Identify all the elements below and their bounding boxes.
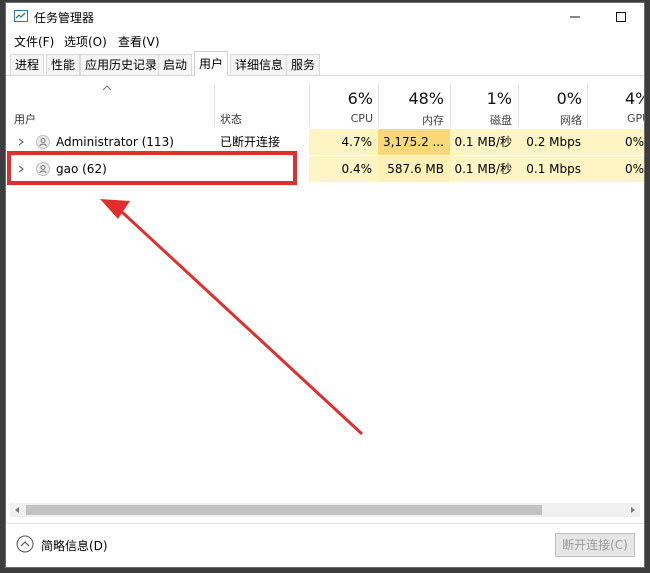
memory-cell: 587.6 MB <box>378 156 450 182</box>
cpu-total-percent: 6% <box>347 89 373 108</box>
gpu-total-percent: 4% <box>625 89 644 108</box>
scroll-right-icon[interactable] <box>629 506 637 514</box>
tab-performance[interactable]: 性能 <box>46 54 81 75</box>
network-cell: 0.2 Mbps <box>518 129 587 155</box>
disk-cell: 0.1 MB/秒 <box>450 129 518 155</box>
column-header-status[interactable]: 状态 <box>220 111 242 127</box>
tab-services[interactable]: 服务 <box>286 54 321 75</box>
minimize-button[interactable] <box>552 3 598 31</box>
menu-view[interactable]: 查看(V) <box>118 33 160 50</box>
disk-cell: 0.1 MB/秒 <box>450 156 518 182</box>
memory-total-percent: 48% <box>408 89 444 108</box>
column-header-user[interactable]: 用户 <box>14 111 36 127</box>
tab-app-history[interactable]: 应用历史记录 <box>80 54 163 75</box>
cpu-cell: 4.7% <box>309 129 378 155</box>
network-column-label: 网络 <box>560 114 582 127</box>
memory-cell: 3,175.2 ... <box>378 129 450 155</box>
tab-users[interactable]: 用户 <box>194 51 229 76</box>
chevron-up-circle-icon <box>16 535 34 553</box>
title-bar[interactable]: 任务管理器 <box>6 3 644 31</box>
gpu-cell: 0% <box>587 129 644 155</box>
user-icon <box>36 135 50 149</box>
memory-column-label: 内存 <box>422 114 444 127</box>
menu-file[interactable]: 文件(F) <box>14 33 54 50</box>
fewer-details-label: 简略信息(D) <box>41 539 108 553</box>
cpu-column-label: CPU <box>350 112 373 125</box>
maximize-button[interactable] <box>598 3 644 31</box>
tab-strip: 进程 性能 应用历史记录 启动 用户 详细信息 服务 <box>6 51 644 76</box>
network-total-percent: 0% <box>556 89 582 108</box>
task-manager-app-icon <box>14 10 28 22</box>
tab-startup[interactable]: 启动 <box>158 54 193 75</box>
tab-processes[interactable]: 进程 <box>10 54 45 75</box>
minimize-icon <box>570 16 580 18</box>
disk-column-label: 磁盘 <box>490 114 512 127</box>
cpu-cell: 0.4% <box>309 156 378 182</box>
horizontal-scrollbar[interactable] <box>10 503 640 517</box>
chevron-right-icon[interactable] <box>18 138 24 146</box>
scroll-left-icon[interactable] <box>13 506 21 514</box>
disconnect-button[interactable]: 断开连接(C) <box>555 533 635 557</box>
network-cell: 0.1 Mbps <box>518 156 587 182</box>
menu-options[interactable]: 选项(O) <box>64 33 107 50</box>
menu-bar: 文件(F) 选项(O) 查看(V) <box>6 31 644 51</box>
annotation-highlight-box <box>7 151 297 185</box>
scrollbar-thumb[interactable] <box>26 505 542 515</box>
tab-details[interactable]: 详细信息 <box>230 54 289 75</box>
footer-bar: 简略信息(D) 断开连接(C) <box>6 523 644 567</box>
sort-ascending-icon <box>102 85 112 91</box>
task-manager-window: 任务管理器 文件(F) 选项(O) 查看(V) 进程 性能 应用历史记录 启动 … <box>5 2 645 568</box>
disk-total-percent: 1% <box>486 89 512 108</box>
maximize-icon <box>616 12 626 22</box>
window-title: 任务管理器 <box>34 11 95 25</box>
gpu-column-label: GPU <box>627 112 644 125</box>
gpu-cell: 0% <box>587 156 644 182</box>
